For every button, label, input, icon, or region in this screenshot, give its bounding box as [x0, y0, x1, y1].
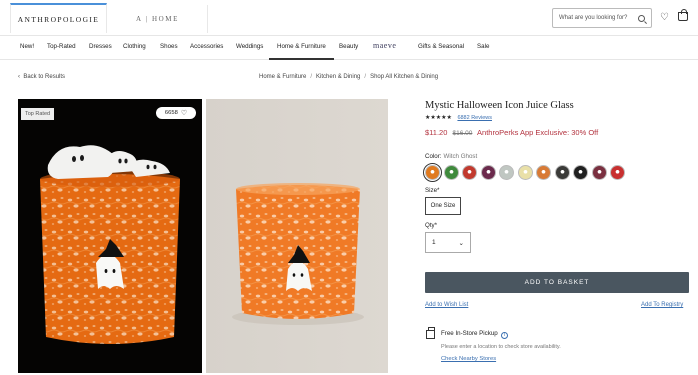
original-price: $16.00	[452, 130, 473, 137]
breadcrumb-separator: /	[364, 74, 367, 80]
nav-item-sale[interactable]: Sale	[477, 43, 489, 50]
like-count-button[interactable]: 6658 ♡	[156, 107, 196, 119]
site-header: ANTHROPOLOGIE A | HOME What are you look…	[0, 0, 698, 36]
color-label: Color: Witch Ghost	[425, 153, 477, 160]
breadcrumb-home-furniture[interactable]: Home & Furniture	[259, 74, 306, 80]
basket-icon[interactable]	[678, 9, 688, 21]
nav-item-shoes[interactable]: Shoes	[160, 43, 178, 50]
color-label-text: Color:	[425, 153, 442, 160]
glass-photo-dark	[40, 145, 180, 344]
breadcrumb-shop-all[interactable]: Shop All Kitchen & Dining	[370, 74, 438, 80]
product-image-secondary[interactable]	[206, 99, 388, 373]
nav-item-accessories[interactable]: Accessories	[190, 43, 223, 50]
size-option-one-size[interactable]: One Size	[425, 197, 461, 215]
add-to-basket-button[interactable]: ADD TO BASKET	[425, 272, 689, 293]
search-icon[interactable]	[638, 14, 645, 22]
brand-logo[interactable]: ANTHROPOLOGIE	[10, 3, 107, 33]
like-count: 6658	[164, 110, 178, 116]
sale-price: $11.20	[425, 128, 448, 137]
pickup-note: Please enter a location to check store a…	[441, 344, 561, 350]
add-to-registry-link[interactable]: Add To Registry	[641, 302, 683, 308]
product-title: Mystic Halloween Icon Juice Glass	[425, 100, 574, 111]
home-brand-logo[interactable]: A | HOME	[108, 5, 208, 33]
nav-item-top-rated[interactable]: Top-Rated	[47, 43, 76, 50]
info-icon[interactable]: i	[500, 332, 508, 339]
size-label: Size*	[425, 187, 440, 194]
nav-item-new[interactable]: New!	[20, 43, 34, 50]
color-swatch[interactable]	[573, 165, 588, 180]
color-swatch[interactable]	[536, 165, 551, 180]
search-input[interactable]: What are you looking for?	[552, 8, 652, 28]
add-to-wishlist-link[interactable]: Add to Wish List	[425, 302, 468, 308]
product-rating: ★★★★★ 6882 Reviews	[425, 114, 492, 121]
color-swatch[interactable]	[610, 165, 625, 180]
nav-item-gifts-seasonal[interactable]: Gifts & Seasonal	[418, 43, 464, 50]
chevron-down-icon: ⌄	[458, 239, 464, 247]
breadcrumb: Home & Furniture / Kitchen & Dining / Shop A…	[259, 74, 438, 80]
nav-item-clothing[interactable]: Clothing	[123, 43, 146, 50]
color-swatch[interactable]	[480, 165, 496, 180]
quantity-select[interactable]: 1 ⌄	[425, 232, 471, 253]
breadcrumb-separator: /	[310, 74, 313, 80]
breadcrumb-kitchen-dining[interactable]: Kitchen & Dining	[316, 74, 360, 80]
chevron-left-icon: ‹	[18, 74, 20, 80]
nav-item-weddings[interactable]: Weddings	[236, 43, 263, 50]
nav-item-beauty[interactable]: Beauty	[339, 43, 358, 50]
color-swatch[interactable]	[462, 165, 477, 180]
heart-icon: ♡	[180, 110, 188, 117]
top-rated-badge: Top Rated	[21, 108, 55, 120]
color-swatches	[423, 163, 625, 182]
color-swatch[interactable]	[423, 163, 442, 182]
back-to-results-link[interactable]: ‹ Back to Results	[18, 74, 65, 80]
nav-item-maeve[interactable]: maeve	[373, 41, 396, 50]
star-rating-icon: ★★★★★	[425, 115, 452, 121]
color-swatch[interactable]	[554, 165, 570, 180]
quantity-value: 1	[432, 239, 436, 246]
wishlist-heart-icon[interactable]: ♡	[660, 12, 669, 23]
reviews-link[interactable]: 6882 Reviews	[457, 115, 492, 121]
nav-item-dresses[interactable]: Dresses	[89, 43, 112, 50]
search-placeholder: What are you looking for?	[559, 15, 628, 21]
back-to-results-label: Back to Results	[23, 74, 66, 80]
pickup-title: Free In-Store Pickup i	[441, 330, 508, 339]
store-pickup-icon	[426, 327, 435, 339]
color-swatch[interactable]	[517, 165, 533, 180]
main-nav: New! Top-Rated Dresses Clothing Shoes Ac…	[0, 36, 698, 60]
nav-item-home-furniture[interactable]: Home & Furniture	[269, 43, 334, 60]
color-swatch[interactable]	[499, 165, 514, 180]
color-value: Witch Ghost	[443, 153, 478, 160]
product-price: $11.20 $16.00 AnthroPerks App Exclusive:…	[425, 128, 598, 137]
glass-photo-light	[232, 183, 364, 325]
check-nearby-stores-link[interactable]: Check Nearby Stores	[441, 356, 496, 362]
qty-label: Qty*	[425, 222, 438, 229]
product-image-main[interactable]	[18, 99, 202, 373]
pickup-title-text: Free In-Store Pickup	[441, 330, 498, 337]
color-swatch[interactable]	[591, 165, 607, 180]
color-swatch[interactable]	[443, 165, 459, 180]
promo-text: AnthroPerks App Exclusive: 30% Off	[477, 128, 599, 137]
